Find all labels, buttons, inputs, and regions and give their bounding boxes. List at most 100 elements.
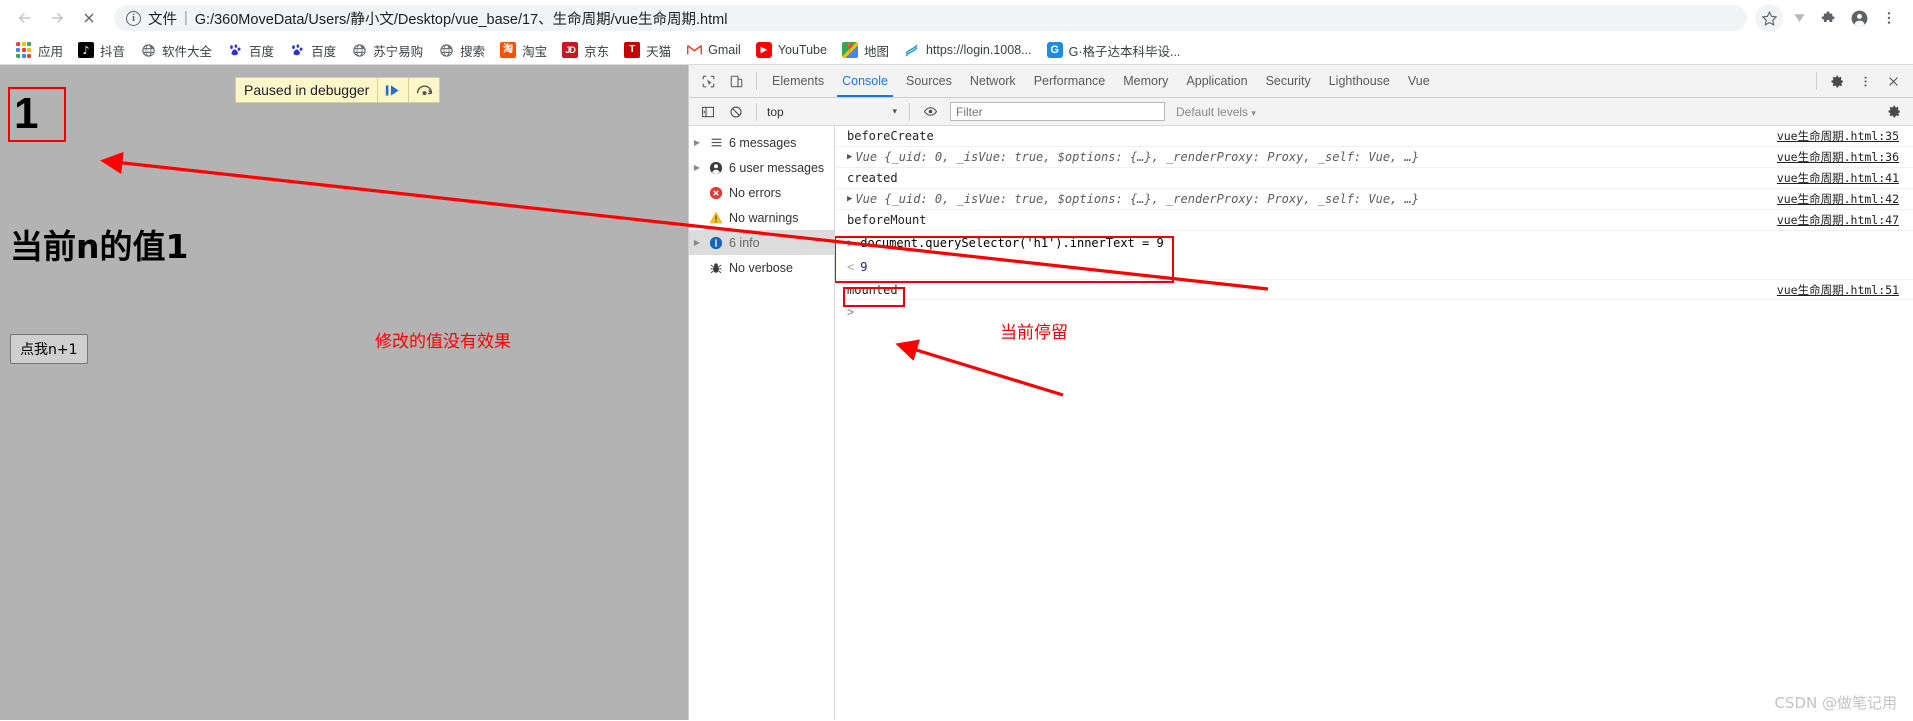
baidu-paw-icon bbox=[227, 42, 244, 58]
chrome-menu-icon[interactable] bbox=[1875, 4, 1903, 32]
devtools-panel: Elements Console Sources Network Perform… bbox=[688, 65, 1913, 720]
bookmark-gmail[interactable]: Gmail bbox=[680, 39, 750, 61]
bookmark-jd[interactable]: JD 京东 bbox=[556, 38, 618, 63]
devtools-close-icon[interactable] bbox=[1879, 68, 1907, 94]
tab-sources[interactable]: Sources bbox=[897, 65, 961, 97]
forward-button[interactable] bbox=[42, 3, 72, 33]
tab-vue[interactable]: Vue bbox=[1399, 65, 1439, 97]
error-icon bbox=[707, 186, 725, 200]
bookmark-login1008[interactable]: https://login.1008... bbox=[898, 39, 1041, 61]
bookmark-douyin[interactable]: ♪ 抖音 bbox=[72, 38, 134, 63]
bookmark-search[interactable]: 搜索 bbox=[432, 38, 494, 63]
tab-security[interactable]: Security bbox=[1257, 65, 1320, 97]
tab-application[interactable]: Application bbox=[1177, 65, 1256, 97]
profile-avatar-icon[interactable] bbox=[1845, 4, 1873, 32]
clear-console-icon[interactable] bbox=[722, 99, 750, 125]
console-message-row[interactable]: beforeCreate vue生命周期.html:35 bbox=[835, 126, 1913, 147]
chevron-down-icon: ▾ bbox=[1251, 107, 1256, 118]
page-viewport: Paused in debugger 1 当前n的值1 点我n+1 修改的值没有… bbox=[0, 65, 688, 720]
prompt-caret-icon: > bbox=[847, 305, 855, 319]
execution-context-select[interactable]: top ▾ bbox=[763, 105, 903, 119]
bookmark-baidu-1[interactable]: 百度 bbox=[221, 38, 283, 63]
console-message-source[interactable]: vue生命周期.html:47 bbox=[1777, 212, 1913, 228]
tab-memory[interactable]: Memory bbox=[1114, 65, 1177, 97]
expand-object-arrow-icon[interactable]: ▶ bbox=[847, 194, 852, 204]
increment-button[interactable]: 点我n+1 bbox=[10, 334, 88, 364]
divider bbox=[1816, 72, 1817, 90]
bookmarks-bar: 应用 ♪ 抖音 软件大全 百度 百度 苏宁易购 搜索 淘 淘宝 JD 京东 T … bbox=[0, 36, 1913, 65]
expand-object-arrow-icon[interactable]: ▶ bbox=[847, 152, 852, 162]
info-icon bbox=[707, 236, 725, 250]
execution-context-value: top bbox=[767, 104, 784, 119]
expand-arrow-icon[interactable]: ▶ bbox=[691, 238, 703, 247]
console-filter-input[interactable] bbox=[950, 102, 1165, 121]
sidebar-item-errors[interactable]: No errors bbox=[689, 180, 834, 205]
live-expression-eye-icon[interactable] bbox=[916, 99, 944, 125]
console-message-row[interactable]: ▶ Vue {_uid: 0, _isVue: true, $options: … bbox=[835, 147, 1913, 168]
console-message-row[interactable]: mounted vue生命周期.html:51 bbox=[835, 279, 1913, 300]
devtools-menu-icon[interactable] bbox=[1851, 68, 1879, 94]
log-levels-select[interactable]: Default levels ▾ bbox=[1176, 105, 1256, 119]
tab-lighthouse[interactable]: Lighthouse bbox=[1320, 65, 1399, 97]
resume-script-icon[interactable] bbox=[378, 78, 408, 102]
console-message-list[interactable]: beforeCreate vue生命周期.html:35 ▶ Vue {_uid… bbox=[835, 126, 1913, 720]
sidebar-item-user-messages[interactable]: ▶ 6 user messages bbox=[689, 155, 834, 180]
annotation-console-note: 当前停留 bbox=[1000, 323, 1068, 343]
console-message-source[interactable]: vue生命周期.html:42 bbox=[1777, 191, 1913, 207]
console-settings-gear-icon[interactable] bbox=[1880, 99, 1908, 125]
paused-banner-text: Paused in debugger bbox=[244, 82, 370, 98]
bookmark-tmall[interactable]: T 天猫 bbox=[618, 38, 680, 63]
device-toolbar-icon[interactable] bbox=[722, 68, 750, 94]
bookmark-label: 天猫 bbox=[646, 44, 672, 59]
sidebar-item-messages[interactable]: ▶ 6 messages bbox=[689, 130, 834, 155]
bookmark-software[interactable]: 软件大全 bbox=[134, 38, 221, 63]
console-message-text: mounted bbox=[847, 282, 898, 297]
log-levels-label: Default levels bbox=[1176, 104, 1249, 119]
bookmark-apps[interactable]: 应用 bbox=[10, 38, 72, 63]
tab-elements[interactable]: Elements bbox=[763, 65, 833, 97]
address-bar[interactable]: i 文件 | G:/360MoveData/Users/静小文/Desktop/… bbox=[114, 5, 1747, 31]
console-evaluated-input: document.querySelector('h1').innerText =… bbox=[860, 236, 1164, 250]
bookmark-label: 淘宝 bbox=[522, 44, 548, 59]
console-message-source[interactable]: vue生命周期.html:35 bbox=[1777, 128, 1913, 144]
sidebar-item-verbose[interactable]: No verbose bbox=[689, 255, 834, 280]
site-info-icon[interactable]: i bbox=[126, 10, 141, 26]
console-message-source[interactable]: vue生命周期.html:41 bbox=[1777, 170, 1913, 186]
console-message-row[interactable]: created vue生命周期.html:41 bbox=[835, 168, 1913, 189]
settings-gear-icon[interactable] bbox=[1823, 68, 1851, 94]
console-input-prompt-row[interactable]: > bbox=[835, 300, 1913, 324]
console-sidebar: ▶ 6 messages ▶ 6 user messages No errors… bbox=[689, 126, 835, 720]
bookmark-gezida[interactable]: G G·格子达本科毕设... bbox=[1041, 38, 1190, 63]
sidebar-item-label: 6 info bbox=[729, 235, 760, 250]
bookmark-star-icon[interactable] bbox=[1755, 4, 1783, 32]
tab-console[interactable]: Console bbox=[833, 65, 897, 97]
console-body: ▶ 6 messages ▶ 6 user messages No errors… bbox=[689, 126, 1913, 720]
bookmark-baidu-2[interactable]: 百度 bbox=[283, 38, 345, 63]
console-message-source[interactable]: vue生命周期.html:51 bbox=[1777, 282, 1913, 298]
inspect-element-icon[interactable] bbox=[694, 68, 722, 94]
back-button[interactable] bbox=[10, 3, 40, 33]
console-evaluated-input-row[interactable]: > document.querySelector('h1').innerText… bbox=[835, 231, 1913, 255]
bookmark-suning[interactable]: 苏宁易购 bbox=[345, 38, 432, 63]
expand-arrow-icon[interactable]: ▶ bbox=[691, 163, 703, 172]
sidebar-item-info[interactable]: ▶ 6 info bbox=[689, 230, 834, 255]
extensions-puzzle-icon[interactable] bbox=[1815, 4, 1843, 32]
youtube-icon: ▶ bbox=[755, 42, 772, 58]
person-icon bbox=[707, 161, 725, 175]
divider bbox=[756, 102, 757, 121]
console-sidebar-toggle-icon[interactable] bbox=[694, 99, 722, 125]
bookmark-taobao[interactable]: 淘 淘宝 bbox=[494, 38, 556, 63]
expand-arrow-icon[interactable]: ▶ bbox=[691, 138, 703, 147]
console-message-source[interactable]: vue生命周期.html:36 bbox=[1777, 149, 1913, 165]
download-chevron-icon[interactable] bbox=[1785, 4, 1813, 32]
bookmark-maps[interactable]: 📍 地图 bbox=[836, 38, 898, 63]
chevron-down-icon: ▾ bbox=[892, 106, 897, 116]
bookmark-youtube[interactable]: ▶ YouTube bbox=[750, 39, 836, 61]
tab-performance[interactable]: Performance bbox=[1025, 65, 1115, 97]
tab-network[interactable]: Network bbox=[961, 65, 1025, 97]
step-over-icon[interactable] bbox=[409, 78, 439, 102]
stop-loading-button[interactable] bbox=[74, 3, 104, 33]
sidebar-item-warnings[interactable]: No warnings bbox=[689, 205, 834, 230]
console-message-row[interactable]: beforeMount vue生命周期.html:47 bbox=[835, 210, 1913, 231]
console-message-row[interactable]: ▶ Vue {_uid: 0, _isVue: true, $options: … bbox=[835, 189, 1913, 210]
